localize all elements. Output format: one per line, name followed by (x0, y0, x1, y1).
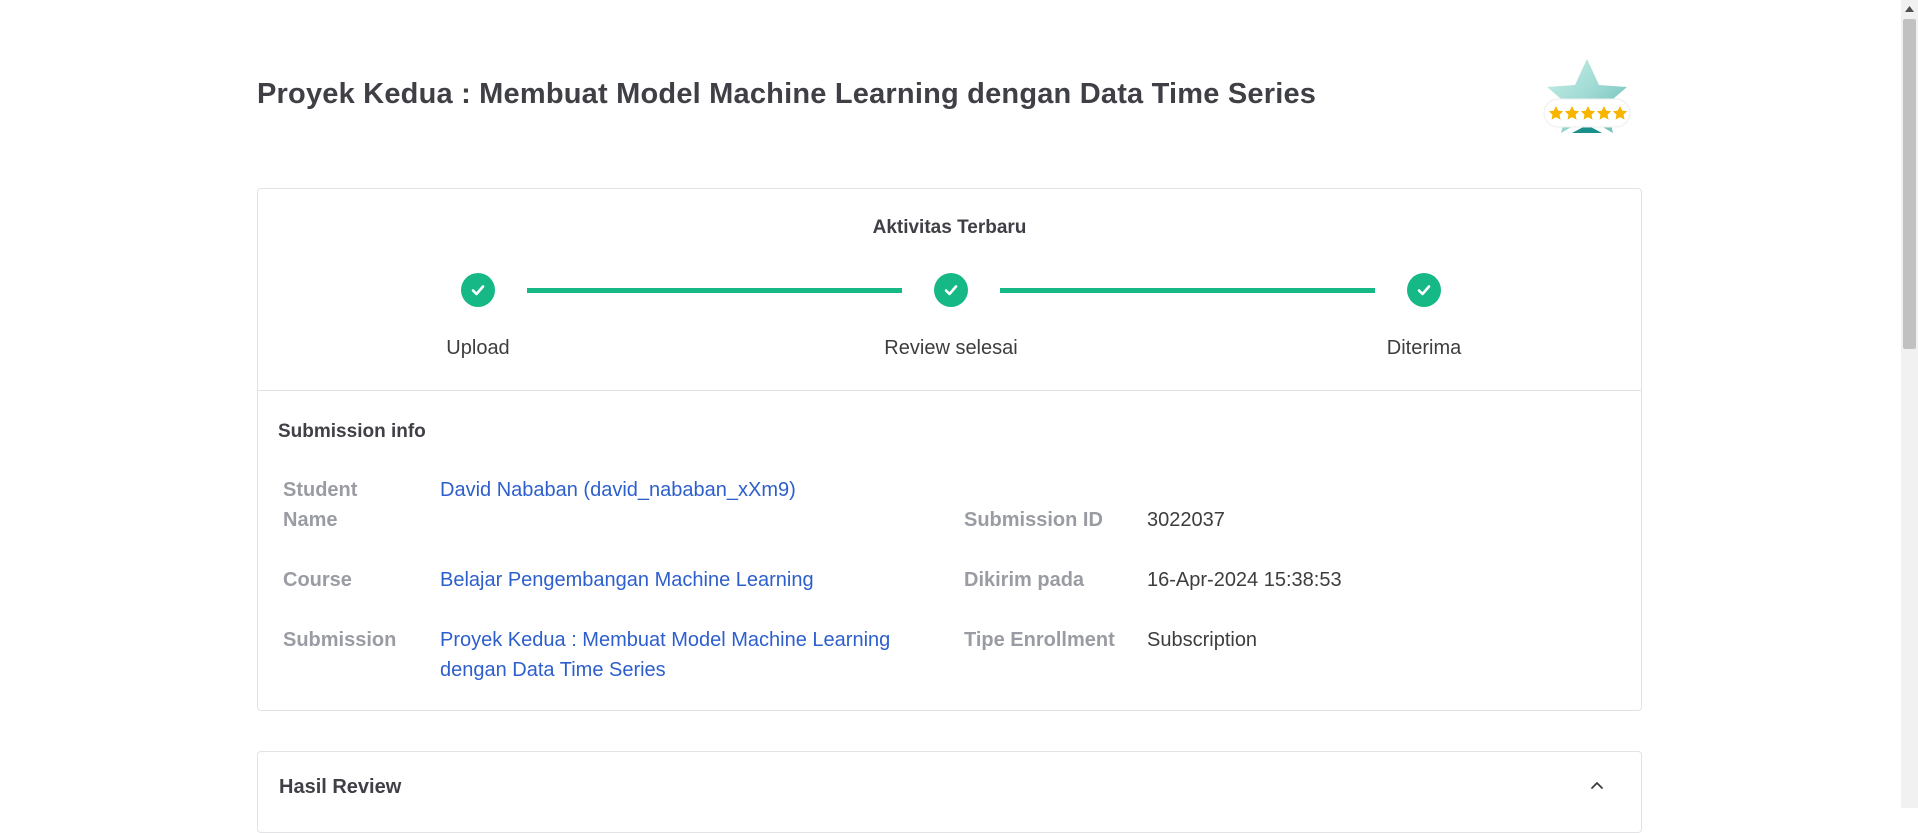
step-accepted-check-icon (1407, 273, 1441, 307)
student-name-link[interactable]: David Nababan (david_nababan_xXm9) (440, 475, 796, 505)
step-connector-1 (527, 288, 902, 293)
review-card: Hasil Review (257, 751, 1642, 833)
submission-link-line1: Proyek Kedua : Membuat Model Machine Lea… (440, 629, 891, 651)
sent-at-value: 16-Apr-2024 15:38:53 (1147, 569, 1342, 591)
enrollment-type-label: Tipe Enrollment (964, 629, 1115, 651)
enrollment-type-value: Subscription (1147, 629, 1258, 651)
submission-info-title: Submission info (278, 421, 426, 442)
submission-id-value: 3022037 (1147, 509, 1225, 531)
step-review-check-icon (934, 273, 968, 307)
scrollbar-thumb[interactable] (1903, 19, 1916, 349)
sent-at-label: Dikirim pada (964, 569, 1085, 591)
student-name-label-line2: Name (283, 509, 338, 531)
submission-card: Aktivitas Terbaru Upload Review selesai … (257, 188, 1642, 711)
card-divider (258, 390, 1641, 391)
course-link[interactable]: Belajar Pengembangan Machine Learning (440, 565, 814, 595)
student-name-label: Student Name (283, 475, 357, 535)
step-upload-check-icon (461, 273, 495, 307)
step-connector-2 (1000, 288, 1375, 293)
step-label-review: Review selesai (884, 337, 1018, 359)
activity-title: Aktivitas Terbaru (872, 217, 1027, 238)
submission-link-line2: dengan Data Time Series (440, 659, 666, 681)
chevron-up-icon[interactable] (1585, 774, 1609, 798)
step-label-upload: Upload (446, 337, 510, 359)
step-label-accepted: Diterima (1386, 337, 1462, 359)
submission-label: Submission (283, 629, 397, 651)
page-title: Proyek Kedua : Membuat Model Machine Lea… (257, 78, 1317, 110)
student-name-label-line1: Student (283, 479, 358, 501)
submission-link[interactable]: Proyek Kedua : Membuat Model Machine Lea… (440, 625, 890, 685)
main-container: Proyek Kedua : Membuat Model Machine Lea… (257, 0, 1642, 833)
review-title: Hasil Review (279, 776, 402, 798)
page-scrollbar[interactable] (1901, 0, 1918, 808)
page-header: Proyek Kedua : Membuat Model Machine Lea… (257, 0, 1642, 180)
scroll-up-arrow-icon[interactable] (1901, 0, 1918, 17)
submission-id-label: Submission ID (964, 509, 1103, 531)
star-rating-badge-icon (1532, 55, 1642, 145)
course-label: Course (283, 569, 352, 591)
